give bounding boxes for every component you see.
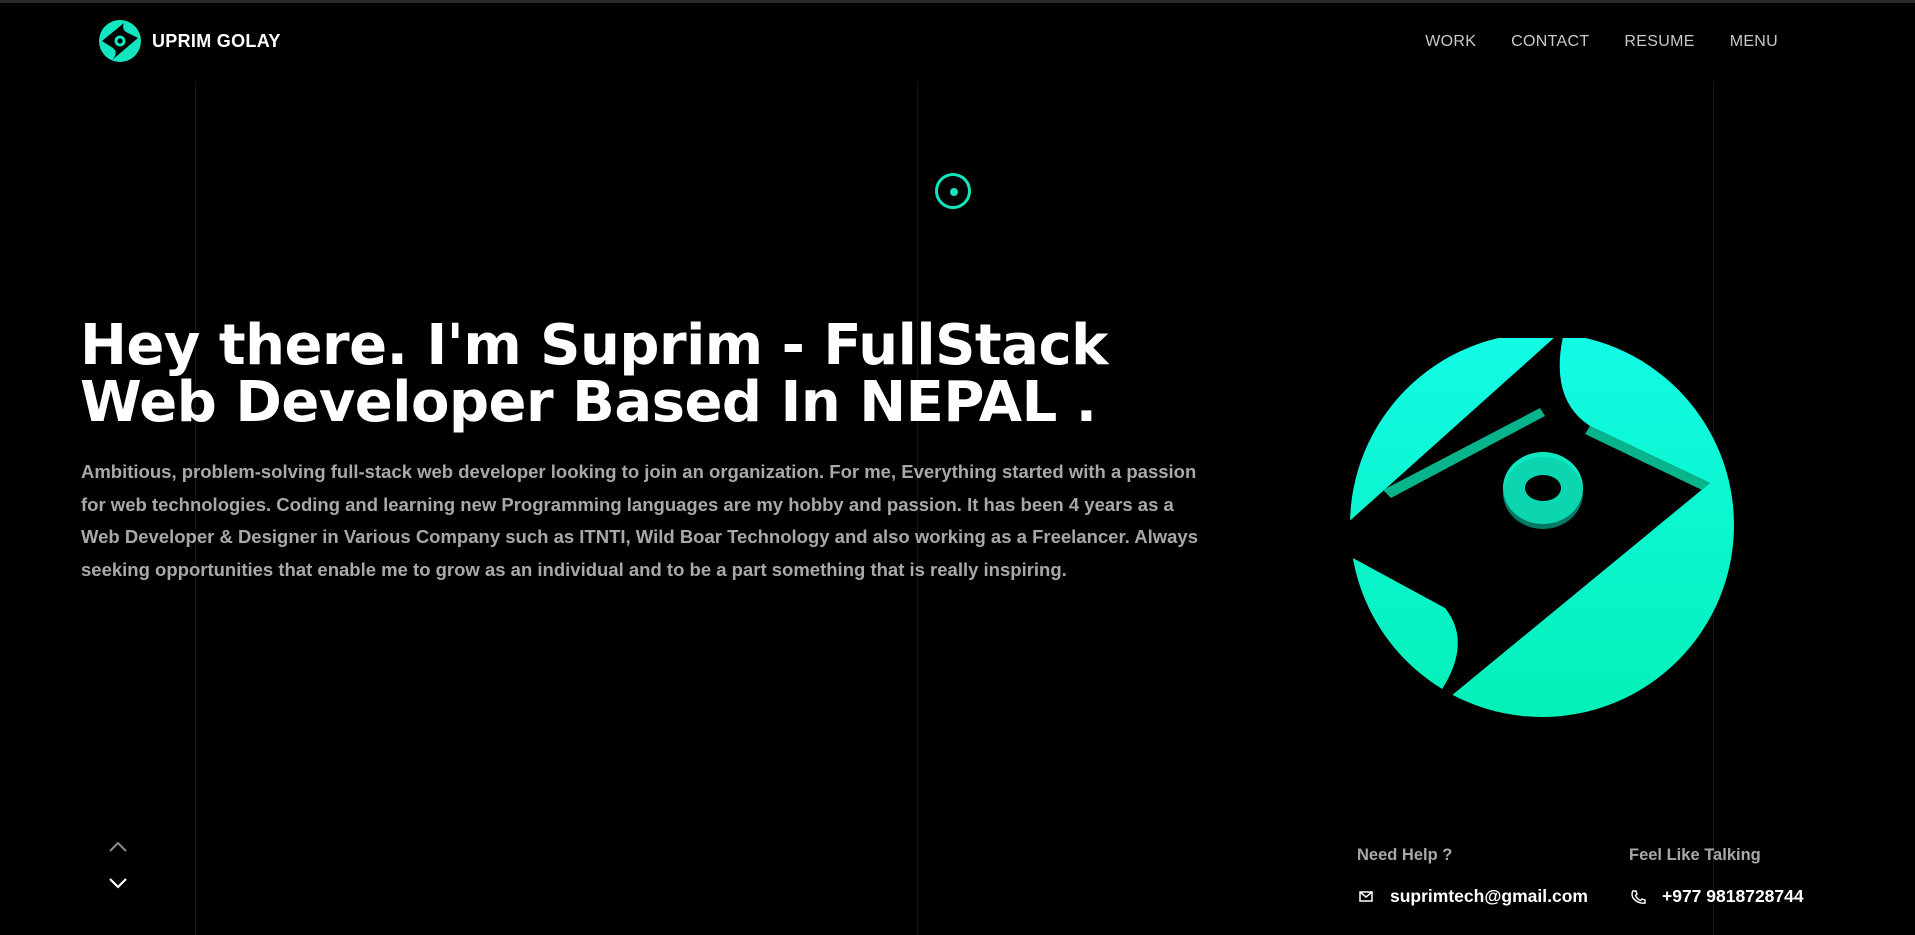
email-address: suprimtech@gmail.com	[1390, 886, 1588, 906]
nav-contact[interactable]: CONTACT	[1511, 33, 1589, 51]
brand-logo-icon	[99, 20, 141, 62]
nav-menu[interactable]: MENU	[1730, 33, 1778, 51]
phone-number: +977 9818728744	[1662, 886, 1804, 906]
help-label: Need Help ?	[1357, 846, 1453, 864]
hero-description: Ambitious, problem-solving full-stack we…	[81, 461, 1198, 580]
hero-title-line2: Web Developer Based In NEPAL .	[80, 370, 1097, 435]
main-nav: WORK CONTACT RESUME MENU	[1425, 33, 1778, 51]
hero-3d-logo-icon	[1335, 338, 1734, 718]
brand-link[interactable]: UPRIM GOLAY	[98, 19, 281, 63]
brand-name: UPRIM GOLAY	[152, 30, 281, 51]
header: UPRIM GOLAY WORK CONTACT RESUME MENU	[0, 3, 1915, 83]
talk-contact: Feel Like Talking +977 9818728744	[1629, 846, 1804, 907]
phone-icon	[1631, 889, 1646, 904]
nav-resume[interactable]: RESUME	[1624, 33, 1694, 51]
hero-title-line1: Hey there. I'm Suprim - FullStack	[80, 313, 1108, 378]
hero-title: Hey there. I'm Suprim - FullStack Web De…	[80, 317, 1180, 431]
chevron-up-icon[interactable]	[108, 840, 128, 854]
cursor-dot-icon	[950, 188, 958, 196]
email-link[interactable]: suprimtech@gmail.com	[1357, 886, 1588, 907]
phone-link[interactable]: +977 9818728744	[1629, 886, 1804, 907]
mail-icon	[1359, 890, 1373, 902]
nav-work[interactable]: WORK	[1425, 33, 1476, 51]
help-contact: Need Help ? suprimtech@gmail.com	[1357, 846, 1588, 907]
page: UPRIM GOLAY WORK CONTACT RESUME MENU Hey…	[0, 0, 1915, 935]
talk-label: Feel Like Talking	[1629, 846, 1761, 864]
chevron-down-icon[interactable]	[108, 876, 128, 890]
